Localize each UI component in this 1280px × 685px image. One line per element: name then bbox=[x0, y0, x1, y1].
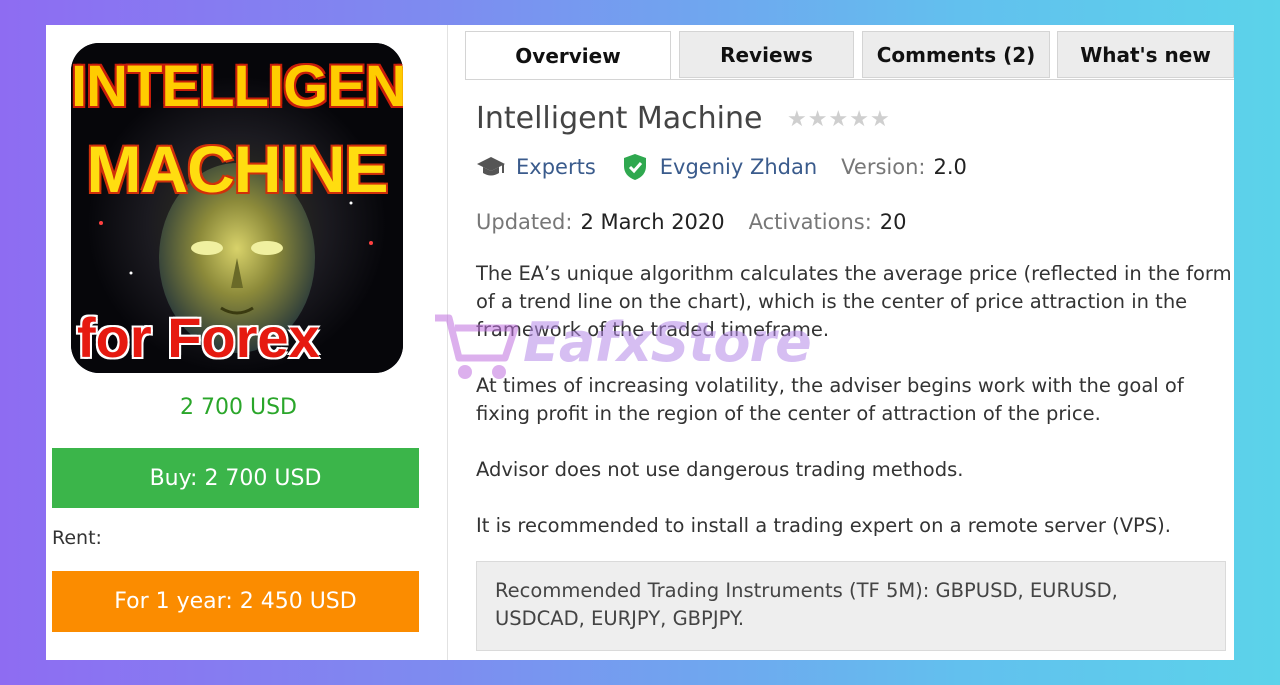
author-link[interactable]: Evgeniy Zhdan bbox=[660, 155, 817, 179]
product-title: Intelligent Machine bbox=[476, 101, 763, 136]
image-title-line3: for Forex bbox=[77, 306, 320, 369]
rent-1-year-button[interactable]: For 1 year: 2 450 USD bbox=[52, 571, 419, 632]
description-paragraph: The EA’s unique algorithm calculates the… bbox=[476, 262, 1232, 341]
graduation-cap-icon bbox=[476, 153, 506, 181]
activations-value: 20 bbox=[879, 210, 907, 234]
verified-shield-icon bbox=[620, 153, 650, 181]
star-icon: ★ bbox=[828, 107, 850, 132]
purchase-panel: INTELLIGENT MACHINE for Forex 2 700 USD … bbox=[46, 25, 448, 660]
meta-row-category: Experts Evgeniy Zhdan Version: 2.0 bbox=[476, 153, 967, 181]
description-paragraph: At times of increasing volatility, the a… bbox=[476, 374, 1184, 425]
tab-bar: Overview Reviews Comments (2) What's new bbox=[465, 31, 1234, 80]
tab-overview[interactable]: Overview bbox=[465, 31, 671, 80]
category-link[interactable]: Experts bbox=[516, 155, 596, 179]
updated-value: 2 March 2020 bbox=[580, 210, 725, 234]
image-title-line1: INTELLIGENT bbox=[71, 54, 403, 119]
star-icon: ★ bbox=[787, 107, 808, 132]
price: 2 700 USD bbox=[180, 395, 297, 420]
recommendation-box: Recommended Trading Instruments (TF 5M):… bbox=[476, 561, 1226, 651]
rent-label: Rent: bbox=[52, 527, 102, 549]
updated-label: Updated: bbox=[476, 210, 573, 234]
image-title-line2: MACHINE bbox=[86, 132, 389, 206]
description-paragraph: It is recommended to install a trading e… bbox=[476, 514, 1171, 537]
tab-comments[interactable]: Comments (2) bbox=[862, 31, 1050, 78]
tab-reviews[interactable]: Reviews bbox=[679, 31, 854, 78]
tab-divider bbox=[465, 79, 1234, 80]
star-icon: ★ bbox=[849, 107, 870, 132]
version-label: Version: bbox=[841, 155, 926, 179]
product-image: INTELLIGENT MACHINE for Forex bbox=[71, 43, 403, 373]
version-value: 2.0 bbox=[933, 155, 967, 179]
meta-row-updated: Updated: 2 March 2020 Activations: 20 bbox=[476, 210, 907, 234]
description-paragraph: Advisor does not use dangerous trading m… bbox=[476, 458, 964, 481]
description: The EA’s unique algorithm calculates the… bbox=[476, 260, 1236, 568]
rating-stars[interactable]: ★★★★★ bbox=[787, 107, 891, 132]
activations-label: Activations: bbox=[748, 210, 872, 234]
buy-button[interactable]: Buy: 2 700 USD bbox=[52, 448, 419, 508]
star-icon: ★ bbox=[869, 107, 891, 132]
product-card: INTELLIGENT MACHINE for Forex 2 700 USD … bbox=[46, 25, 1234, 660]
star-icon: ★ bbox=[807, 107, 829, 132]
tab-whats-new[interactable]: What's new bbox=[1057, 31, 1234, 78]
